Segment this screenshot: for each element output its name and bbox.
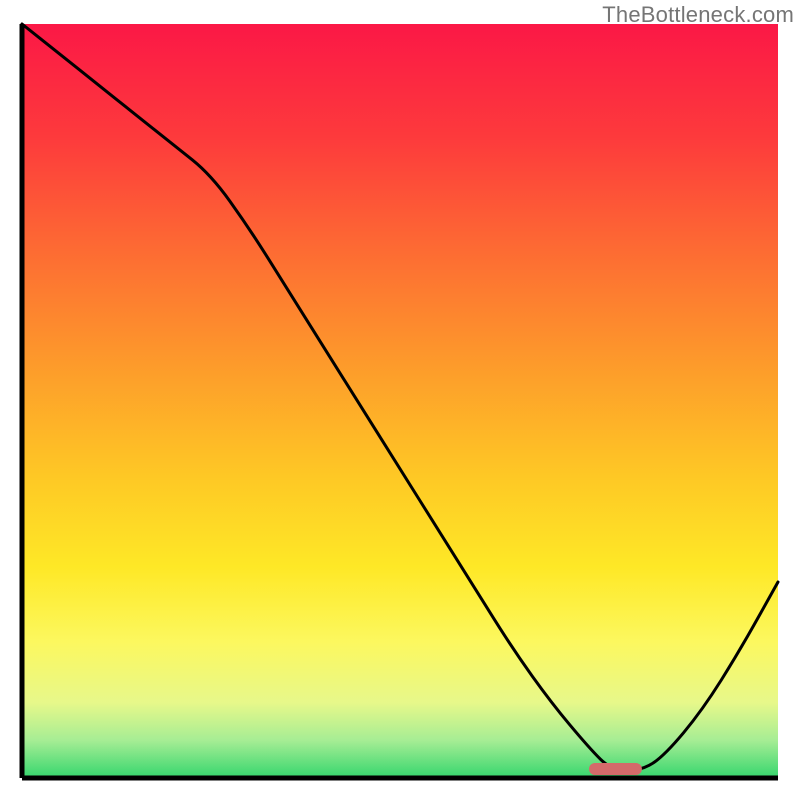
gradient-background <box>22 24 778 778</box>
optimal-range-marker <box>589 763 642 775</box>
plot-area <box>22 24 778 778</box>
watermark-text: TheBottleneck.com <box>602 2 794 28</box>
bottleneck-chart: TheBottleneck.com <box>0 0 800 800</box>
chart-svg <box>0 0 800 800</box>
